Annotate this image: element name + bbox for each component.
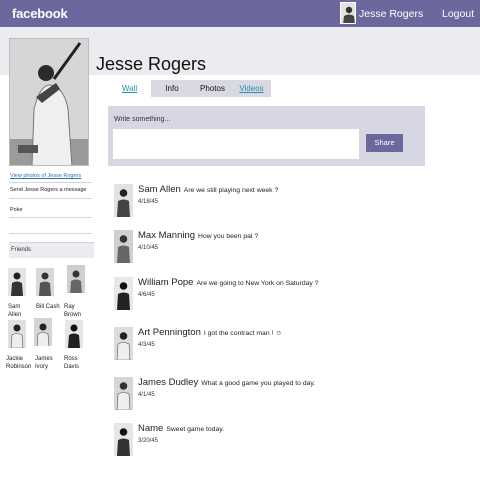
status-input[interactable] bbox=[113, 129, 359, 159]
person-silhouette-icon bbox=[8, 268, 26, 296]
divider bbox=[9, 198, 92, 199]
divider bbox=[9, 217, 92, 218]
person-silhouette-icon bbox=[114, 377, 133, 410]
post-author[interactable]: Max Manning How you been pal ? bbox=[138, 230, 258, 241]
post-date: 4/18/45 bbox=[138, 199, 159, 205]
tab-videos[interactable]: Videos bbox=[232, 80, 271, 97]
divider bbox=[9, 182, 92, 183]
friend-photo[interactable] bbox=[65, 320, 83, 348]
person-silhouette-icon bbox=[114, 423, 133, 456]
friend-photo[interactable] bbox=[67, 265, 85, 293]
wall-post: William Pope Are we going to New York on … bbox=[114, 277, 414, 317]
post-avatar[interactable] bbox=[114, 423, 133, 456]
post-author[interactable]: James Dudley What a good game you played … bbox=[138, 377, 315, 388]
post-author[interactable]: Name Sweet game today. bbox=[138, 423, 224, 434]
post-date: 4/6/45 bbox=[138, 292, 155, 298]
friend-photo[interactable] bbox=[34, 318, 52, 346]
post-message: Are we going to New York on Saturday ? bbox=[196, 280, 319, 287]
friend-name[interactable]: Sam Allen bbox=[8, 303, 38, 319]
post-date: 4/10/45 bbox=[138, 245, 159, 251]
view-photos-link[interactable]: View photos of Jesse Rogers bbox=[10, 173, 81, 179]
post-date: 3/20/45 bbox=[138, 438, 159, 444]
status-composer: Write something... Share bbox=[108, 106, 425, 166]
person-silhouette-icon bbox=[36, 268, 54, 296]
friends-header: Friends bbox=[9, 242, 94, 258]
profile-photo[interactable] bbox=[9, 38, 89, 166]
friend-name[interactable]: Jackie Robinson bbox=[6, 355, 36, 371]
top-bar: facebook Jesse Rogers Logout bbox=[0, 0, 480, 27]
composer-label: Write something... bbox=[114, 116, 171, 123]
profile-name: Jesse Rogers bbox=[96, 54, 207, 74]
wall-post: James Dudley What a good game you played … bbox=[114, 377, 414, 417]
post-message: I got the contract man ! ☺ bbox=[203, 330, 283, 337]
friend-name[interactable]: Bill Cash bbox=[36, 303, 66, 311]
post-avatar[interactable] bbox=[114, 327, 133, 360]
post-avatar[interactable] bbox=[114, 377, 133, 410]
post-avatar[interactable] bbox=[114, 277, 133, 310]
friend-photo[interactable] bbox=[8, 268, 26, 296]
divider bbox=[9, 233, 92, 234]
friend-photo[interactable] bbox=[8, 320, 26, 348]
friend-name[interactable]: Ross Davis bbox=[64, 355, 94, 371]
post-avatar[interactable] bbox=[114, 230, 133, 263]
post-date: 4/1/45 bbox=[138, 392, 155, 398]
user-name-link[interactable]: Jesse Rogers bbox=[359, 8, 423, 20]
person-silhouette-icon bbox=[34, 318, 52, 346]
friend-photo[interactable] bbox=[36, 268, 54, 296]
friends-title: Friends bbox=[11, 247, 32, 253]
share-button[interactable]: Share bbox=[366, 134, 403, 152]
post-author[interactable]: Art Pennington I got the contract man ! ☺ bbox=[138, 327, 282, 338]
tab-info[interactable]: Info bbox=[151, 80, 193, 97]
person-silhouette-icon bbox=[341, 3, 355, 23]
send-message-link[interactable]: Send Jesse Rogers a message bbox=[10, 187, 86, 193]
friend-name[interactable]: Ray Brown bbox=[64, 303, 94, 319]
brand-logo[interactable]: facebook bbox=[12, 6, 68, 21]
post-message: Sweet game today. bbox=[166, 426, 225, 433]
person-silhouette-icon bbox=[114, 230, 133, 263]
poke-link[interactable]: Poke bbox=[10, 207, 23, 213]
wall-post: Sam Allen Are we still playing next week … bbox=[114, 184, 414, 224]
tab-photos[interactable]: Photos bbox=[193, 80, 232, 97]
post-date: 4/3/45 bbox=[138, 342, 155, 348]
baseball-player-photo-icon bbox=[10, 39, 88, 165]
person-silhouette-icon bbox=[114, 184, 133, 217]
wall-post: Art Pennington I got the contract man ! ☺… bbox=[114, 327, 414, 367]
friend-name[interactable]: James Ivory bbox=[35, 355, 65, 371]
person-silhouette-icon bbox=[114, 327, 133, 360]
logout-link[interactable]: Logout bbox=[442, 8, 474, 20]
post-message: Are we still playing next week ? bbox=[183, 187, 279, 194]
person-silhouette-icon bbox=[8, 320, 26, 348]
user-avatar[interactable] bbox=[340, 2, 356, 24]
wall-post: Name Sweet game today. 3/20/45 bbox=[114, 423, 414, 463]
person-silhouette-icon bbox=[65, 320, 83, 348]
tab-wall[interactable]: Wall bbox=[108, 80, 151, 97]
post-message: How you been pal ? bbox=[198, 233, 259, 240]
post-author[interactable]: William Pope Are we going to New York on … bbox=[138, 277, 318, 288]
person-silhouette-icon bbox=[67, 265, 85, 293]
post-avatar[interactable] bbox=[114, 184, 133, 217]
post-message: What a good game you played to day. bbox=[201, 380, 316, 387]
person-silhouette-icon bbox=[114, 277, 133, 310]
wall-post: Max Manning How you been pal ? 4/10/45 bbox=[114, 230, 414, 270]
post-author[interactable]: Sam Allen Are we still playing next week … bbox=[138, 184, 278, 195]
